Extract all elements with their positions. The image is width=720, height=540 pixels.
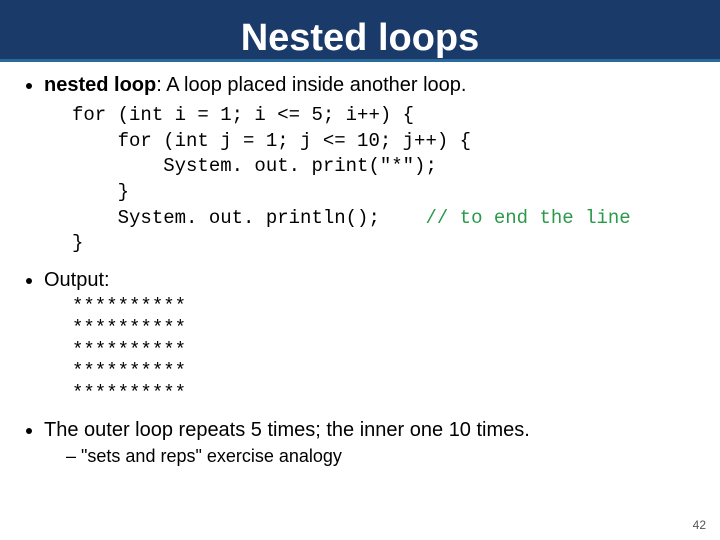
slide-title: Nested loops (241, 19, 480, 57)
bullet-definition: nested loop: A loop placed inside anothe… (44, 74, 694, 257)
page-number: 42 (693, 518, 706, 532)
definition-term: nested loop (44, 74, 156, 96)
bullet-summary: The outer loop repeats 5 times; the inne… (44, 419, 694, 467)
bullet-list: nested loop: A loop placed inside anothe… (26, 74, 694, 467)
output-label: Output: (44, 269, 110, 291)
code-block: for (int i = 1; i <= 5; i++) { for (int … (72, 103, 694, 257)
summary-text: The outer loop repeats 5 times; the inne… (44, 419, 530, 441)
slide-content: nested loop: A loop placed inside anothe… (0, 62, 720, 467)
title-bar: Nested loops (0, 0, 720, 62)
slide: Nested loops nested loop: A loop placed … (0, 0, 720, 540)
sub-bullet-analogy: "sets and reps" exercise analogy (66, 446, 694, 467)
bullet-output: Output: ********** ********** **********… (44, 269, 694, 405)
definition-text: : A loop placed inside another loop. (156, 74, 466, 96)
output-block: ********** ********** ********** *******… (72, 296, 694, 405)
code-comment: // to end the line (425, 207, 630, 229)
sub-bullet-list: "sets and reps" exercise analogy (44, 446, 694, 467)
